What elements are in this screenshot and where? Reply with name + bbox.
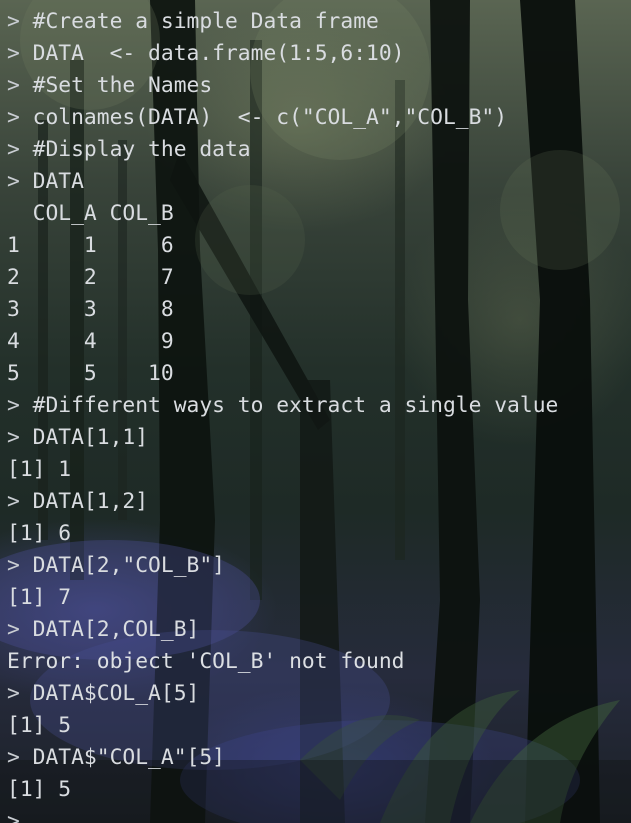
prompt-symbol: > [7,809,20,823]
console-line: > DATA [7,166,558,198]
command-text: DATA[1,1] [19,425,149,450]
prompt-symbol: > [7,553,20,578]
console-line: > colnames(DATA) <- c("COL_A","COL_B") [7,102,558,134]
result-line: [1] 5 [7,777,72,802]
prompt-symbol: > [7,617,20,642]
prompt-symbol: > [7,105,20,130]
prompt-symbol: > [7,169,20,194]
console-line: > #Set the Names [7,70,558,102]
command-text: #Set the Names [19,73,213,98]
command-text: colnames(DATA) <- c("COL_A","COL_B") [19,105,508,130]
prompt-symbol: > [7,137,20,162]
command-text: DATA$COL_A[5] [19,681,200,706]
console-line: > DATA$COL_A[5] [7,678,558,710]
command-text: #Create a simple Data frame [19,9,379,34]
command-text: DATA [19,169,84,194]
console-line: > DATA[1,1] [7,422,558,454]
command-text: DATA[1,2] [19,489,149,514]
error-message: Error: object 'COL_B' not found [7,649,405,674]
table-row: 2 2 7 [7,265,174,290]
table-row: 5 5 10 [7,361,174,386]
console-line: > #Different ways to extract a single va… [7,390,558,422]
table-row: 3 3 8 [7,297,174,322]
table-header-row: COL_A COL_B [7,201,174,226]
prompt-symbol: > [7,73,20,98]
prompt-symbol: > [7,9,20,34]
command-text: DATA$"COL_A"[5] [19,745,225,770]
command-text: DATA[2,COL_B] [19,617,200,642]
table-row: 1 1 6 [7,233,174,258]
prompt-symbol: > [7,425,20,450]
console-line: > DATA[2,COL_B] [7,614,558,646]
command-text: #Display the data [19,137,251,162]
result-line: [1] 7 [7,585,72,610]
prompt-symbol: > [7,745,20,770]
console-input-line[interactable]: > [7,806,558,823]
command-text: DATA[2,"COL_B"] [19,553,225,578]
console-line: > DATA$"COL_A"[5] [7,742,558,774]
console-line: > #Display the data [7,134,558,166]
prompt-symbol: > [7,393,20,418]
result-line: [1] 1 [7,457,72,482]
prompt-symbol: > [7,41,20,66]
table-row: 4 4 9 [7,329,174,354]
console-output[interactable]: > #Create a simple Data frame > DATA <- d… [7,6,558,823]
console-line: > DATA[1,2] [7,486,558,518]
command-text: #Different ways to extract a single valu… [19,393,559,418]
prompt-symbol: > [7,681,20,706]
command-text: DATA <- data.frame(1:5,6:10) [19,41,405,66]
result-line: [1] 6 [7,521,72,546]
console-line: > DATA[2,"COL_B"] [7,550,558,582]
console-line: > #Create a simple Data frame [7,6,558,38]
prompt-symbol: > [7,489,20,514]
r-console-window[interactable]: > #Create a simple Data frame > DATA <- d… [0,0,631,823]
result-line: [1] 5 [7,713,72,738]
console-line: > DATA <- data.frame(1:5,6:10) [7,38,558,70]
